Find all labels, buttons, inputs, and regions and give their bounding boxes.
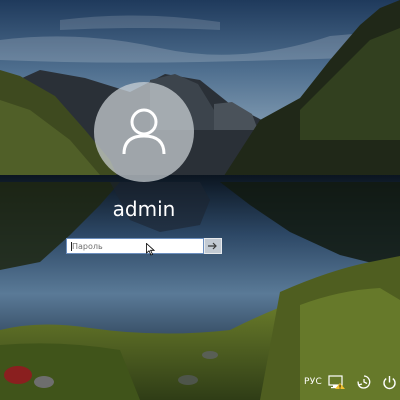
ease-of-access-button[interactable] bbox=[354, 373, 374, 391]
mouse-cursor-icon bbox=[146, 243, 155, 256]
username-label: admin bbox=[112, 197, 176, 221]
lock-screen-wallpaper bbox=[0, 0, 400, 400]
arrow-right-icon bbox=[208, 242, 217, 250]
text-caret bbox=[71, 242, 72, 251]
network-icon bbox=[328, 375, 345, 389]
submit-button[interactable] bbox=[204, 238, 222, 254]
ease-of-access-icon bbox=[357, 375, 371, 389]
network-button[interactable] bbox=[327, 373, 347, 391]
user-avatar bbox=[94, 82, 194, 182]
power-icon bbox=[382, 375, 396, 389]
user-icon bbox=[122, 108, 166, 155]
power-button[interactable] bbox=[380, 373, 398, 391]
password-input[interactable] bbox=[67, 239, 203, 253]
language-indicator[interactable]: РУС bbox=[304, 373, 322, 391]
password-field-container[interactable] bbox=[66, 238, 204, 254]
